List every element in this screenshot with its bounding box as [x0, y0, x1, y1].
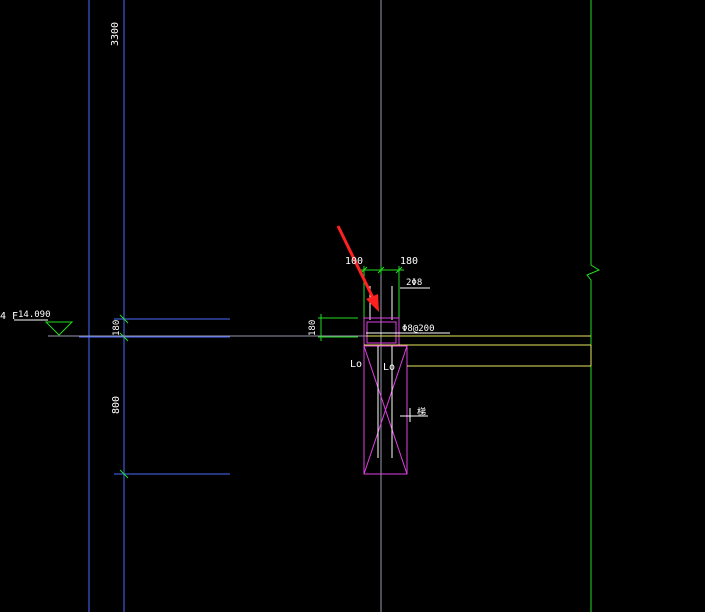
cad-drawing-canvas: 3300 180 800 180 100 180 4 F 14.090 2Φ8 …: [0, 0, 601, 612]
label-beam-tag: 梯: [417, 406, 426, 418]
label-stirrup: Φ8@200: [402, 324, 435, 334]
label-dim-180: 180: [400, 256, 418, 267]
label-height-800: 800: [111, 396, 122, 414]
elevation-triangle: [44, 321, 74, 336]
label-height-3300: 3300: [110, 22, 121, 46]
label-dim-100: 100: [345, 256, 363, 267]
label-elevation: 14.090: [18, 310, 51, 320]
label-height-180-left: 180: [112, 320, 122, 336]
red-arrow-head: [366, 294, 379, 312]
label-lo-left: Lo: [350, 359, 362, 370]
label-height-180-mid: 180: [308, 320, 318, 336]
break-line-right: [586, 0, 601, 612]
label-rebar-top: 2Φ8: [406, 278, 422, 288]
label-floor-tag: 4 F: [0, 311, 18, 322]
label-lo-right: Lo: [383, 362, 395, 373]
